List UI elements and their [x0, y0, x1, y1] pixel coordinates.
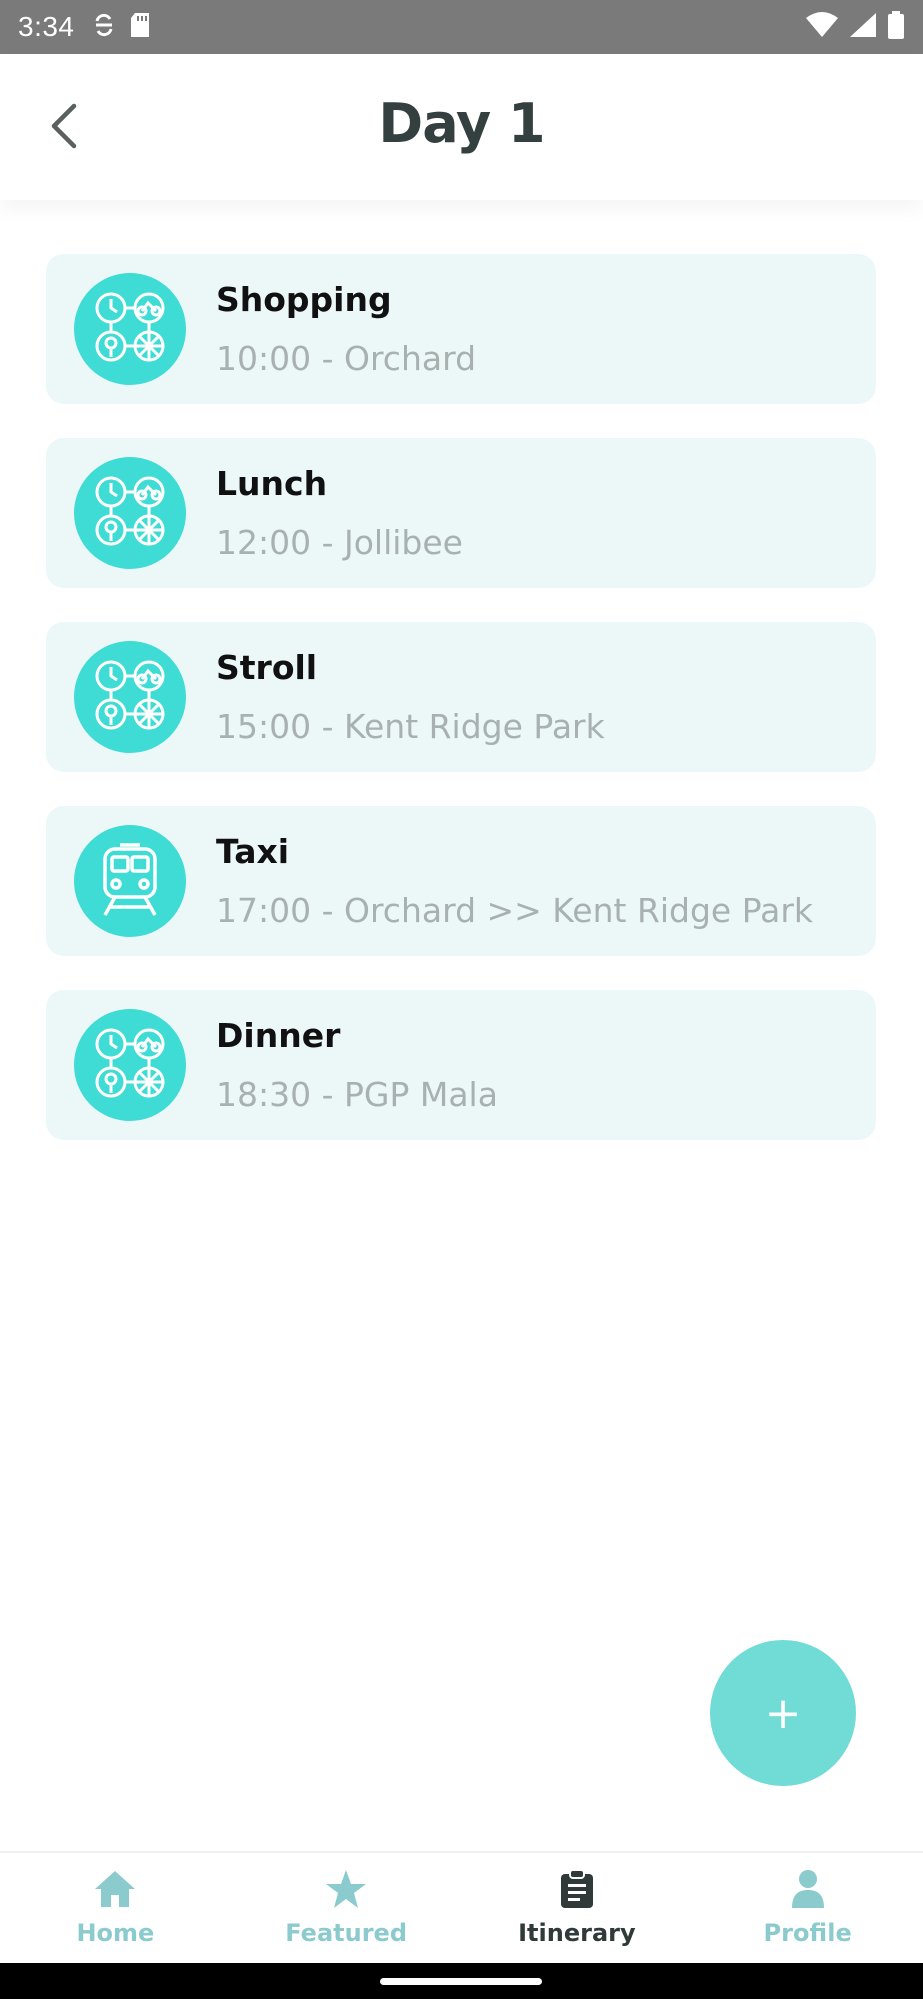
signal-icon [849, 12, 877, 42]
home-icon [93, 1869, 137, 1913]
person-icon [790, 1869, 826, 1913]
activity-card-stroll[interactable]: Stroll 15:00 - Kent Ridge Park [46, 622, 876, 772]
system-nav-bar [0, 1963, 923, 1999]
status-right-icons [805, 11, 905, 43]
activity-text: Stroll 15:00 - Kent Ridge Park [216, 648, 605, 746]
gesture-handle[interactable] [380, 1978, 542, 1985]
activity-card-taxi[interactable]: Taxi 17:00 - Orchard >> Kent Ridge Park [46, 806, 876, 956]
battery-icon [887, 11, 905, 43]
clipboard-icon [560, 1869, 594, 1913]
sd-card-icon [129, 12, 151, 42]
activity-avatar [74, 457, 186, 569]
activity-avatar [74, 641, 186, 753]
nav-item-home[interactable]: Home [0, 1853, 231, 1963]
nav-label: Featured [285, 1919, 407, 1947]
star-icon [325, 1869, 367, 1913]
activity-subtitle: 18:30 - PGP Mala [216, 1075, 498, 1114]
activity-title: Lunch [216, 464, 328, 503]
plus-icon: + [764, 1687, 802, 1739]
activity-subtitle: 12:00 - Jollibee [216, 523, 463, 562]
activity-text: Shopping 10:00 - Orchard [216, 280, 476, 378]
page-title: Day 1 [378, 92, 545, 155]
train-icon [95, 839, 165, 923]
activity-avatar [74, 825, 186, 937]
activity-subtitle: 10:00 - Orchard [216, 339, 477, 378]
nav-item-profile[interactable]: Profile [692, 1853, 923, 1963]
activities-icon [90, 655, 170, 739]
activity-title: Dinner [216, 1016, 341, 1055]
nav-item-itinerary[interactable]: Itinerary [462, 1853, 693, 1963]
nav-label: Home [76, 1919, 155, 1947]
activity-avatar [74, 273, 186, 385]
sync-icon [93, 13, 115, 41]
activities-icon [90, 287, 170, 371]
activity-title: Taxi [216, 832, 290, 871]
wifi-icon [805, 12, 839, 42]
activity-text: Taxi 17:00 - Orchard >> Kent Ridge Park [216, 832, 813, 930]
status-bar: 3:34 [0, 0, 923, 54]
status-left-icons [93, 12, 151, 42]
activity-subtitle: 17:00 - Orchard >> Kent Ridge Park [216, 891, 814, 930]
activities-icon [90, 471, 170, 555]
activity-title: Stroll [216, 648, 318, 687]
activity-card-lunch[interactable]: Lunch 12:00 - Jollibee [46, 438, 876, 588]
app-header: Day 1 [0, 54, 923, 200]
bottom-nav: Home Featured Itinerary Profile [0, 1851, 923, 1963]
activity-avatar [74, 1009, 186, 1121]
add-activity-button[interactable]: + [710, 1640, 856, 1786]
activity-text: Dinner 18:30 - PGP Mala [216, 1016, 498, 1114]
activity-card-shopping[interactable]: Shopping 10:00 - Orchard [46, 254, 876, 404]
activity-subtitle: 15:00 - Kent Ridge Park [216, 707, 605, 746]
nav-label: Profile [763, 1919, 852, 1947]
activity-list: Shopping 10:00 - Orchard Lunch 12:00 - J… [46, 254, 876, 1140]
activities-icon [90, 1023, 170, 1107]
activity-title: Shopping [216, 280, 392, 319]
status-time: 3:34 [18, 11, 75, 42]
activity-text: Lunch 12:00 - Jollibee [216, 464, 463, 562]
nav-item-featured[interactable]: Featured [231, 1853, 462, 1963]
activity-card-dinner[interactable]: Dinner 18:30 - PGP Mala [46, 990, 876, 1140]
nav-label: Itinerary [518, 1919, 636, 1947]
